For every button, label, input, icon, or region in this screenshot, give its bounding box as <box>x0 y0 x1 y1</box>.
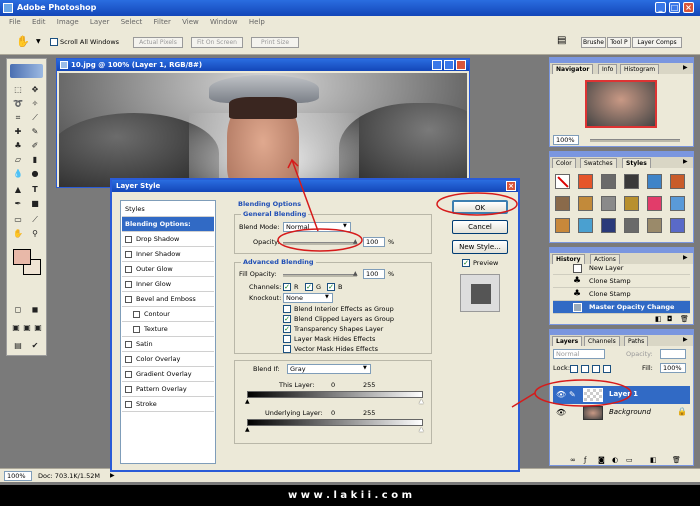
annotation-arrow-face <box>291 159 319 232</box>
annotation-ellipse-layer <box>534 379 632 407</box>
red-annotations <box>277 158 632 408</box>
annotation-ellipse-opacity <box>277 228 363 252</box>
annotation-ellipse-ok <box>436 192 518 216</box>
annotation-arrow-layer <box>511 392 536 408</box>
footer-banner: w w w . l a k i i . c o m <box>0 485 700 506</box>
footer-url: w w w . l a k i i . c o m <box>288 490 412 501</box>
